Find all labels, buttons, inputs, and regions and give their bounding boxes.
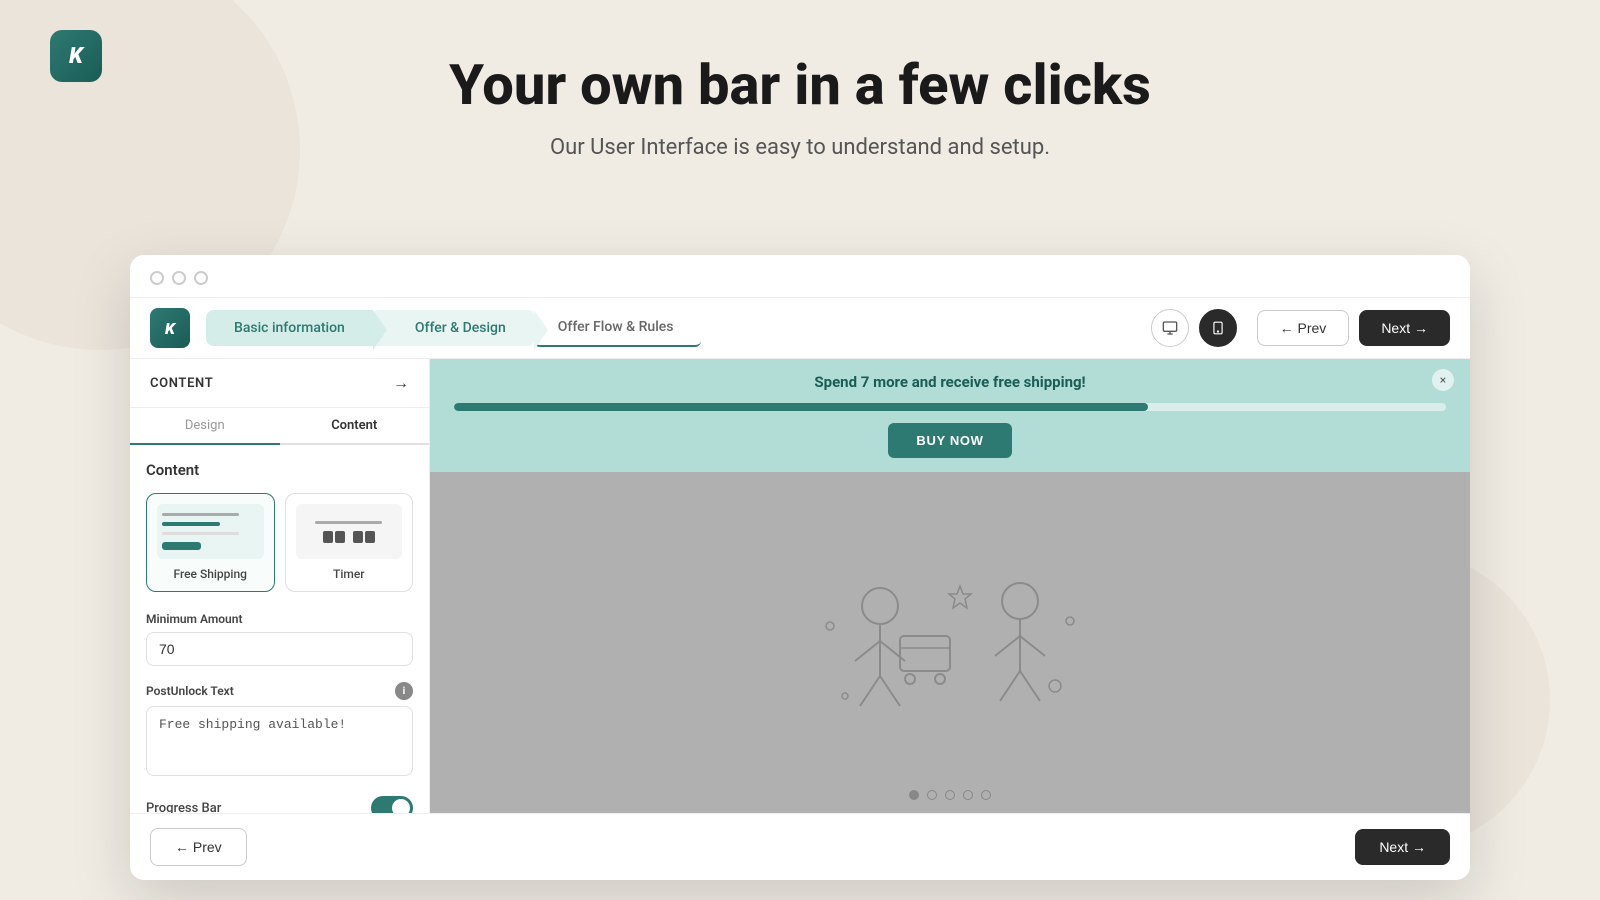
- preview-area: Spend 7 more and receive free shipping! …: [430, 359, 1470, 820]
- preview-dot-2: [927, 790, 937, 800]
- tab-basic-information[interactable]: Basic information: [206, 310, 373, 346]
- page-subtitle: Our User Interface is easy to understand…: [0, 135, 1600, 160]
- bottom-next-button[interactable]: Next →: [1355, 829, 1450, 865]
- sidebar: CONTENT → Design Content Content: [130, 359, 430, 820]
- sidebar-tab-design[interactable]: Design: [130, 408, 280, 443]
- tab-offer-flow[interactable]: Offer Flow & Rules: [534, 309, 702, 347]
- bottom-prev-button[interactable]: ← Prev: [150, 828, 247, 866]
- window-dot-3: [194, 271, 208, 285]
- toolbar: K Basic information Offer & Design Offer…: [130, 298, 1470, 359]
- step-tabs: Basic information Offer & Design Offer F…: [206, 309, 1151, 347]
- window-dot-1: [150, 271, 164, 285]
- preview-dot-3: [945, 790, 955, 800]
- post-unlock-textarea[interactable]: Free shipping available!: [146, 706, 413, 776]
- window-dot-2: [172, 271, 186, 285]
- main-content: CONTENT → Design Content Content: [130, 359, 1470, 880]
- toolbar-nav-buttons: ← Prev Next →: [1257, 310, 1450, 346]
- content-cards: Free Shipping: [146, 493, 413, 592]
- preview-dot-4: [963, 790, 973, 800]
- free-shipping-preview: [157, 504, 264, 559]
- minimum-amount-input[interactable]: [146, 632, 413, 666]
- post-unlock-group: PostUnlock Text i Free shipping availabl…: [146, 682, 413, 780]
- desktop-icon[interactable]: [1151, 309, 1189, 347]
- content-section-label: Content: [146, 461, 413, 479]
- content-card-free-shipping[interactable]: Free Shipping: [146, 493, 275, 592]
- post-unlock-info-icon[interactable]: i: [395, 682, 413, 700]
- announcement-text: Spend 7 more and receive free shipping!: [814, 373, 1085, 391]
- buy-now-button[interactable]: BUY NOW: [888, 423, 1011, 458]
- progress-bar-container: [454, 403, 1446, 411]
- window-dots: [150, 271, 1450, 285]
- toolbar-next-button[interactable]: Next →: [1359, 310, 1450, 346]
- timer-label: Timer: [333, 567, 365, 581]
- preview-dot-5: [981, 790, 991, 800]
- post-unlock-label: PostUnlock Text: [146, 684, 234, 698]
- close-bar-button[interactable]: ×: [1432, 369, 1454, 391]
- sidebar-arrow-icon: →: [393, 373, 409, 393]
- sidebar-tabs: Design Content: [130, 408, 429, 445]
- sidebar-tab-content[interactable]: Content: [280, 408, 430, 443]
- content-card-timer[interactable]: Timer: [285, 493, 414, 592]
- device-icons: [1151, 309, 1237, 347]
- tab-offer-design[interactable]: Offer & Design: [373, 310, 534, 346]
- bottom-nav: ← Prev Next →: [130, 813, 1470, 880]
- toolbar-prev-button[interactable]: ← Prev: [1257, 310, 1350, 346]
- minimum-amount-label: Minimum Amount: [146, 612, 413, 626]
- store-preview: [430, 472, 1470, 820]
- sidebar-tab-indicator: [130, 443, 280, 445]
- app-window: K Basic information Offer & Design Offer…: [130, 255, 1470, 880]
- toolbar-logo: K: [150, 308, 190, 348]
- progress-bar-fill: [454, 403, 1148, 411]
- window-chrome: [130, 255, 1470, 298]
- store-illustration: [800, 546, 1100, 746]
- announcement-bar: Spend 7 more and receive free shipping! …: [430, 359, 1470, 472]
- timer-preview: [296, 504, 403, 559]
- preview-dot-1: [909, 790, 919, 800]
- mobile-icon[interactable]: [1199, 309, 1237, 347]
- preview-dots: [909, 790, 991, 800]
- sidebar-header: CONTENT →: [130, 359, 429, 408]
- page-title: Your own bar in a few clicks: [0, 55, 1600, 117]
- minimum-amount-group: Minimum Amount: [146, 612, 413, 666]
- free-shipping-label: Free Shipping: [174, 567, 247, 581]
- sidebar-content-label: CONTENT: [150, 376, 213, 391]
- sidebar-body: Content Free Shipping: [130, 445, 429, 820]
